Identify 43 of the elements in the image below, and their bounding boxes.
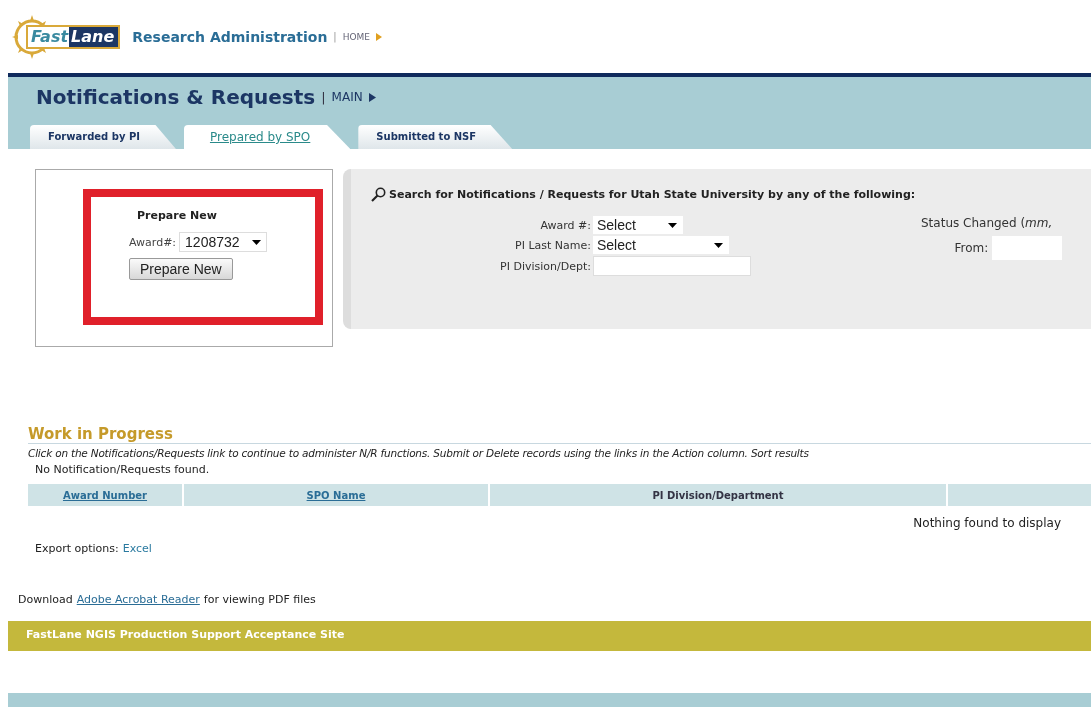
input-field[interactable] (593, 256, 751, 276)
download-text: for viewing PDF files (203, 593, 316, 606)
prepare-new-button[interactable]: Prepare New (129, 258, 233, 280)
field-label: Award#: (129, 235, 177, 249)
caret-icon (368, 92, 376, 102)
separator: | (321, 89, 326, 105)
field-label: Status Changed (mm, (921, 216, 1053, 230)
caret-icon (376, 32, 383, 41)
footer-banner: FastLane NGIS Production Support Acceptance Site (8, 621, 1091, 651)
main-link[interactable]: MAIN (331, 90, 363, 104)
select-field[interactable]: Select (593, 216, 683, 234)
separator: | (333, 31, 337, 42)
column-header: PI Division/Department (490, 484, 946, 506)
field-label: PI Last Name: (514, 238, 591, 252)
search-icon (371, 187, 386, 202)
excel-link[interactable]: Excel (122, 542, 152, 555)
home-link[interactable]: HOME (342, 31, 371, 42)
export-label: Export options: (35, 542, 119, 555)
tab[interactable]: Submitted to NSF (358, 125, 513, 149)
logo-word: Lane (69, 26, 119, 47)
acrobat-link[interactable]: Adobe Acrobat Reader (76, 593, 200, 606)
panel-title: Prepare New (137, 209, 217, 222)
logo-word: Fast (28, 26, 70, 47)
caret-icon (251, 239, 261, 245)
section-title: Notifications & Requests (36, 85, 316, 109)
empty-table-message: Nothing found to display (913, 516, 1061, 530)
sort-link[interactable]: Award Number (62, 489, 148, 501)
sort-link[interactable]: SPO Name (306, 489, 366, 501)
tab[interactable]: Prepared by SPO (183, 125, 351, 149)
select-field[interactable]: Select (593, 236, 729, 254)
search-heading: Search for Notifications / Requests for Utah State University by any of the following: (389, 188, 916, 201)
tab[interactable]: Forwarded by PI (30, 125, 176, 149)
caret-icon (668, 222, 677, 228)
field-label: Award #: (539, 218, 591, 232)
award-select[interactable]: 1208732 (179, 232, 267, 252)
field-label: PI Division/Dept: (499, 259, 591, 273)
instructions-text: Click on the Notifications/Requests link to continue to administer N/R functions. Submit or Delete records using the links in the Action column. Sort results (28, 447, 810, 459)
caret-icon (714, 242, 723, 248)
section-heading: Work in Progress (28, 425, 1091, 444)
empty-message: No Notification/Requests found. (34, 463, 211, 476)
download-text: Download (18, 593, 73, 606)
site-title: Research Administration (132, 28, 328, 45)
field-label: From: (954, 241, 989, 255)
